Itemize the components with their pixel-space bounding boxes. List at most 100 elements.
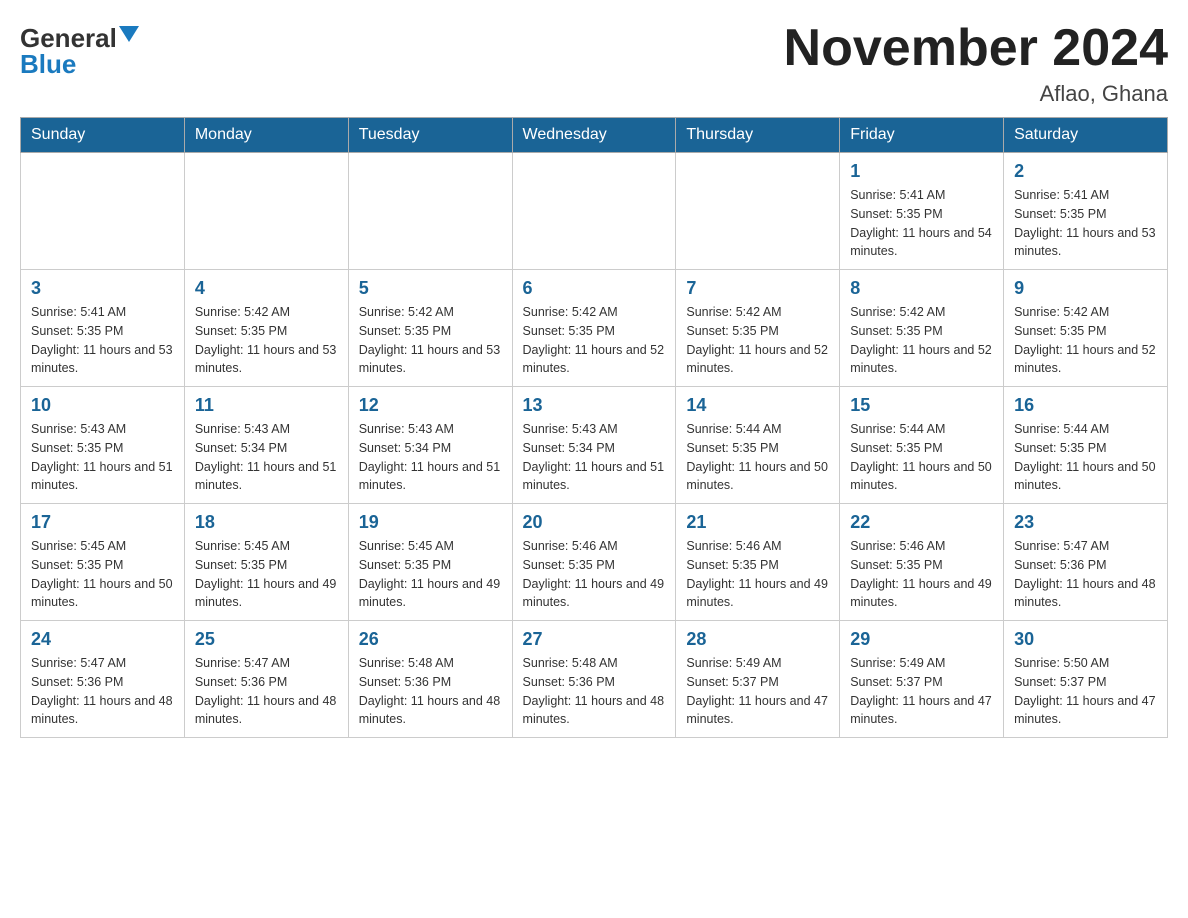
day-number: 29 [850, 629, 993, 650]
calendar-cell: 21 Sunrise: 5:46 AM Sunset: 5:35 PM Dayli… [676, 504, 840, 621]
day-number: 17 [31, 512, 174, 533]
calendar-cell: 22 Sunrise: 5:46 AM Sunset: 5:35 PM Dayli… [840, 504, 1004, 621]
week-row-3: 10Sunrise: 5:43 AM Sunset: 5:35 PM Dayli… [21, 387, 1168, 504]
calendar-cell: 8 Sunrise: 5:42 AM Sunset: 5:35 PM Daylig… [840, 270, 1004, 387]
day-info: Sunrise: 5:48 AM Sunset: 5:36 PM Dayligh… [359, 654, 502, 729]
day-number: 12 [359, 395, 502, 416]
day-info: Sunrise: 5:49 AM Sunset: 5:37 PM Dayligh… [850, 654, 993, 729]
day-number: 2 [1014, 161, 1157, 182]
day-info: Sunrise: 5:48 AM Sunset: 5:36 PM Dayligh… [523, 654, 666, 729]
week-row-2: 3 Sunrise: 5:41 AM Sunset: 5:35 PM Daylig… [21, 270, 1168, 387]
day-info: Sunrise: 5:42 AM Sunset: 5:35 PM Dayligh… [850, 303, 993, 378]
day-number: 30 [1014, 629, 1157, 650]
day-info: Sunrise: 5:45 AM Sunset: 5:35 PM Dayligh… [359, 537, 502, 612]
day-number: 19 [359, 512, 502, 533]
day-number: 7 [686, 278, 829, 299]
day-info: Sunrise: 5:49 AM Sunset: 5:37 PM Dayligh… [686, 654, 829, 729]
calendar-cell: 4 Sunrise: 5:42 AM Sunset: 5:35 PM Daylig… [184, 270, 348, 387]
day-info: Sunrise: 5:43 AM Sunset: 5:34 PM Dayligh… [523, 420, 666, 495]
day-info: Sunrise: 5:42 AM Sunset: 5:35 PM Dayligh… [1014, 303, 1157, 378]
calendar-cell: 5Sunrise: 5:42 AM Sunset: 5:35 PM Daylig… [348, 270, 512, 387]
day-info: Sunrise: 5:43 AM Sunset: 5:35 PM Dayligh… [31, 420, 174, 495]
day-info: Sunrise: 5:47 AM Sunset: 5:36 PM Dayligh… [1014, 537, 1157, 612]
calendar-cell: 15Sunrise: 5:44 AM Sunset: 5:35 PM Dayli… [840, 387, 1004, 504]
day-header-monday: Monday [184, 118, 348, 153]
calendar-header-row: SundayMondayTuesdayWednesdayThursdayFrid… [21, 118, 1168, 153]
calendar-cell: 9 Sunrise: 5:42 AM Sunset: 5:35 PM Daylig… [1004, 270, 1168, 387]
calendar-cell: 10Sunrise: 5:43 AM Sunset: 5:35 PM Dayli… [21, 387, 185, 504]
day-number: 27 [523, 629, 666, 650]
logo: General Blue [20, 20, 139, 77]
day-header-wednesday: Wednesday [512, 118, 676, 153]
calendar-cell [21, 153, 185, 270]
day-number: 4 [195, 278, 338, 299]
calendar-cell: 19 Sunrise: 5:45 AM Sunset: 5:35 PM Dayli… [348, 504, 512, 621]
logo-blue-text: Blue [20, 51, 76, 77]
location-title: Aflao, Ghana [784, 81, 1168, 107]
day-header-tuesday: Tuesday [348, 118, 512, 153]
day-number: 8 [850, 278, 993, 299]
week-row-4: 17 Sunrise: 5:45 AM Sunset: 5:35 PM Dayli… [21, 504, 1168, 621]
calendar-cell: 28Sunrise: 5:49 AM Sunset: 5:37 PM Dayli… [676, 621, 840, 738]
day-info: Sunrise: 5:50 AM Sunset: 5:37 PM Dayligh… [1014, 654, 1157, 729]
day-number: 5 [359, 278, 502, 299]
calendar-cell: 24Sunrise: 5:47 AM Sunset: 5:36 PM Dayli… [21, 621, 185, 738]
day-info: Sunrise: 5:43 AM Sunset: 5:34 PM Dayligh… [195, 420, 338, 495]
calendar-cell: 6 Sunrise: 5:42 AM Sunset: 5:35 PM Daylig… [512, 270, 676, 387]
calendar-cell: 29 Sunrise: 5:49 AM Sunset: 5:37 PM Dayli… [840, 621, 1004, 738]
day-info: Sunrise: 5:42 AM Sunset: 5:35 PM Dayligh… [195, 303, 338, 378]
calendar-cell: 14Sunrise: 5:44 AM Sunset: 5:35 PM Dayli… [676, 387, 840, 504]
calendar-cell: 16 Sunrise: 5:44 AM Sunset: 5:35 PM Dayli… [1004, 387, 1168, 504]
day-header-thursday: Thursday [676, 118, 840, 153]
calendar-cell: 27 Sunrise: 5:48 AM Sunset: 5:36 PM Dayli… [512, 621, 676, 738]
calendar-cell: 23 Sunrise: 5:47 AM Sunset: 5:36 PM Dayli… [1004, 504, 1168, 621]
day-info: Sunrise: 5:42 AM Sunset: 5:35 PM Dayligh… [523, 303, 666, 378]
day-info: Sunrise: 5:47 AM Sunset: 5:36 PM Dayligh… [195, 654, 338, 729]
day-info: Sunrise: 5:45 AM Sunset: 5:35 PM Dayligh… [195, 537, 338, 612]
calendar-cell: 25 Sunrise: 5:47 AM Sunset: 5:36 PM Dayli… [184, 621, 348, 738]
month-title: November 2024 [784, 20, 1168, 77]
calendar-cell: 20Sunrise: 5:46 AM Sunset: 5:35 PM Dayli… [512, 504, 676, 621]
calendar-table: SundayMondayTuesdayWednesdayThursdayFrid… [20, 117, 1168, 738]
calendar-cell: 11 Sunrise: 5:43 AM Sunset: 5:34 PM Dayli… [184, 387, 348, 504]
calendar-cell: 18Sunrise: 5:45 AM Sunset: 5:35 PM Dayli… [184, 504, 348, 621]
logo-general-text: General [20, 25, 117, 51]
calendar-cell: 2Sunrise: 5:41 AM Sunset: 5:35 PM Daylig… [1004, 153, 1168, 270]
day-number: 11 [195, 395, 338, 416]
week-row-1: 1 Sunrise: 5:41 AM Sunset: 5:35 PM Daylig… [21, 153, 1168, 270]
calendar-cell: 30 Sunrise: 5:50 AM Sunset: 5:37 PM Dayli… [1004, 621, 1168, 738]
day-info: Sunrise: 5:44 AM Sunset: 5:35 PM Dayligh… [850, 420, 993, 495]
day-info: Sunrise: 5:44 AM Sunset: 5:35 PM Dayligh… [1014, 420, 1157, 495]
day-info: Sunrise: 5:43 AM Sunset: 5:34 PM Dayligh… [359, 420, 502, 495]
day-info: Sunrise: 5:46 AM Sunset: 5:35 PM Dayligh… [686, 537, 829, 612]
week-row-5: 24 Sunrise: 5:47 AM Sunset: 5:36 PM Dayli… [21, 621, 1168, 738]
calendar-cell: 7Sunrise: 5:42 AM Sunset: 5:35 PM Daylig… [676, 270, 840, 387]
day-info: Sunrise: 5:44 AM Sunset: 5:35 PM Dayligh… [686, 420, 829, 495]
day-number: 22 [850, 512, 993, 533]
day-number: 9 [1014, 278, 1157, 299]
calendar-body: 1 Sunrise: 5:41 AM Sunset: 5:35 PM Daylig… [21, 153, 1168, 738]
day-info: Sunrise: 5:45 AM Sunset: 5:35 PM Dayligh… [31, 537, 174, 612]
day-info: Sunrise: 5:41 AM Sunset: 5:35 PM Dayligh… [850, 186, 993, 261]
day-number: 20 [523, 512, 666, 533]
day-number: 3 [31, 278, 174, 299]
calendar-cell: 3 Sunrise: 5:41 AM Sunset: 5:35 PM Daylig… [21, 270, 185, 387]
day-number: 13 [523, 395, 666, 416]
day-number: 25 [195, 629, 338, 650]
calendar-cell [348, 153, 512, 270]
calendar-cell: 26 Sunrise: 5:48 AM Sunset: 5:36 PM Dayli… [348, 621, 512, 738]
calendar-cell: 13 Sunrise: 5:43 AM Sunset: 5:34 PM Dayli… [512, 387, 676, 504]
day-info: Sunrise: 5:41 AM Sunset: 5:35 PM Dayligh… [31, 303, 174, 378]
day-number: 6 [523, 278, 666, 299]
day-info: Sunrise: 5:46 AM Sunset: 5:35 PM Dayligh… [850, 537, 993, 612]
calendar-cell [676, 153, 840, 270]
title-area: November 2024 Aflao, Ghana [784, 20, 1168, 107]
day-header-friday: Friday [840, 118, 1004, 153]
day-header-saturday: Saturday [1004, 118, 1168, 153]
day-number: 21 [686, 512, 829, 533]
day-number: 16 [1014, 395, 1157, 416]
day-number: 26 [359, 629, 502, 650]
day-number: 1 [850, 161, 993, 182]
day-number: 23 [1014, 512, 1157, 533]
day-number: 24 [31, 629, 174, 650]
